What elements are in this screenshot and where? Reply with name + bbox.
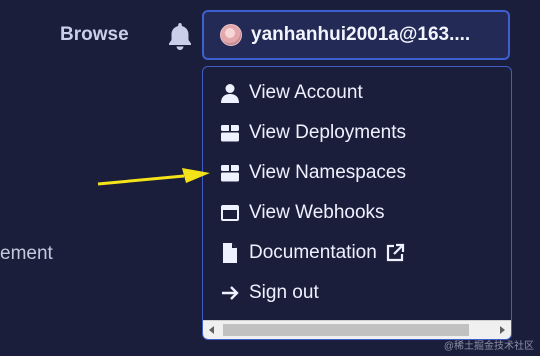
user-icon [219,82,241,104]
arrow-right-icon [219,282,241,304]
menu-item-sign-out[interactable]: Sign out [219,277,319,309]
browse-link[interactable]: Browse [60,24,129,46]
account-email: yanhanhui2001a@163.... [251,24,471,45]
menu-item-view-deployments[interactable]: View Deployments [219,117,406,149]
watermark: @稀土掘金技术社区 [443,341,534,352]
scrollbar-thumb[interactable] [223,324,469,336]
external-link-icon [385,243,405,263]
box-icon [219,162,241,184]
window-icon [219,202,241,224]
avatar [220,24,242,46]
account-menu-button[interactable]: yanhanhui2001a@163.... [202,10,510,60]
menu-item-documentation[interactable]: Documentation [219,237,405,269]
file-icon [219,242,241,264]
annotation-arrow-icon [96,165,212,194]
menu-item-label: View Webhooks [249,202,385,223]
bell-icon[interactable] [165,20,195,52]
menu-item-view-account[interactable]: View Account [219,77,363,109]
menu-item-label: View Deployments [249,122,407,143]
menu-item-label: View Namespaces [249,162,407,183]
box-icon [219,122,241,144]
menu-item-label: View Account [249,82,363,103]
menu-item-view-namespaces[interactable]: View Namespaces [219,157,406,189]
menu-item-view-webhooks[interactable]: View Webhooks [219,197,385,229]
scroll-left-icon[interactable] [203,321,221,339]
account-dropdown-menu: View Account View Deployments View Names… [202,66,512,340]
menu-item-label: Documentation [249,242,377,263]
menu-item-label: Sign out [249,282,319,303]
page: Browse yanhanhui2001a@163.... ement View… [0,0,540,356]
truncated-sidebar-text: ement [0,243,53,264]
